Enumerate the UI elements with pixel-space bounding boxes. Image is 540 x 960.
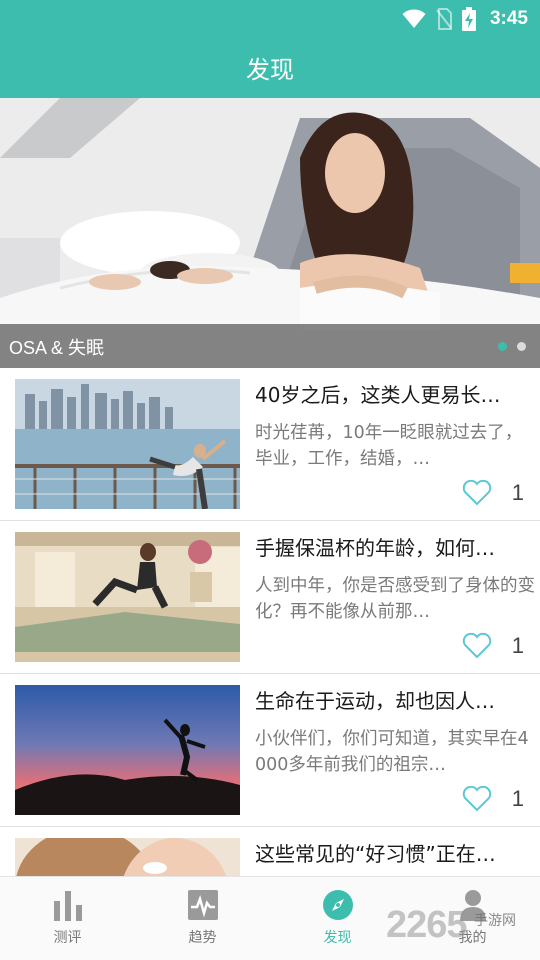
heart-icon: [462, 480, 491, 506]
article-thumbnail: [15, 532, 240, 662]
heart-icon: [462, 633, 491, 659]
like-count: 1: [511, 786, 524, 811]
wifi-icon: [402, 9, 426, 28]
watermark: 2265 手游网: [386, 904, 536, 954]
carousel-dot-2[interactable]: [517, 342, 526, 351]
banner-carousel[interactable]: OSA & 失眠: [0, 98, 540, 368]
article-title: 这些常见的“好习惯”正在…: [255, 842, 496, 866]
battery-charging-icon: [461, 7, 476, 31]
article-summary: 时光荏苒，10年一眨眼就过去了，毕业，工作，结婚，…: [255, 423, 523, 469]
like-button[interactable]: 1: [462, 784, 524, 814]
article-title: 40岁之后，这类人更易长…: [255, 383, 501, 407]
no-sim-icon: [436, 8, 452, 30]
carousel-dot-1[interactable]: [498, 342, 507, 351]
article-item[interactable]: 生命在于运动，却也因人… 小伙伴们，你们可知道，其实早在4000多年前我们的祖宗…: [0, 674, 540, 827]
watermark-number: 2265: [386, 904, 468, 946]
article-item[interactable]: 手握保温杯的年龄，如何… 人到中年，你是否感受到了身体的变化？再不能像从前那… …: [0, 521, 540, 674]
status-time: 3:45: [489, 8, 528, 29]
tab-label: 测评: [53, 930, 82, 946]
article-summary: 人到中年，你是否感受到了身体的变化？再不能像从前那…: [255, 576, 535, 622]
like-button[interactable]: 1: [462, 631, 524, 661]
banner-caption: OSA & 失眠: [9, 338, 105, 358]
article-thumbnail: [15, 379, 240, 509]
article-item[interactable]: 这些常见的“好习惯”正在…: [0, 827, 540, 876]
article-title: 生命在于运动，却也因人…: [255, 689, 495, 713]
compass-icon: [323, 890, 353, 920]
article-thumbnail: [15, 838, 240, 876]
page-title: 发现: [246, 56, 294, 84]
trend-icon: [188, 890, 218, 920]
bar-chart-icon: [54, 891, 82, 921]
banner-caption-bar: OSA & 失眠: [0, 324, 540, 368]
article-list[interactable]: 40岁之后，这类人更易长… 时光荏苒，10年一眨眼就过去了，毕业，工作，结婚，……: [0, 368, 540, 876]
tab-discover[interactable]: 发现: [270, 877, 405, 960]
article-title: 手握保温杯的年龄，如何…: [255, 536, 495, 560]
app-header: 3:45 发现: [0, 0, 540, 98]
tab-label: 趋势: [188, 930, 217, 946]
tab-trend[interactable]: 趋势: [135, 877, 270, 960]
article-item[interactable]: 40岁之后，这类人更易长… 时光荏苒，10年一眨眼就过去了，毕业，工作，结婚，……: [0, 368, 540, 521]
like-button[interactable]: 1: [462, 478, 524, 508]
article-thumbnail: [15, 685, 240, 815]
tab-label: 发现: [323, 930, 352, 946]
watermark-site: 手游网: [474, 913, 516, 929]
article-summary: 小伙伴们，你们可知道，其实早在4000多年前我们的祖宗…: [255, 729, 529, 775]
tab-evaluation[interactable]: 测评: [0, 877, 135, 960]
status-bar: 3:45: [402, 6, 528, 32]
like-count: 1: [511, 633, 524, 658]
like-count: 1: [511, 480, 524, 505]
heart-icon: [462, 786, 491, 812]
discover-screen: 3:45 发现 OSA & 失眠 40岁之后，这类人更易长… 时光荏苒，10年一…: [0, 0, 540, 960]
